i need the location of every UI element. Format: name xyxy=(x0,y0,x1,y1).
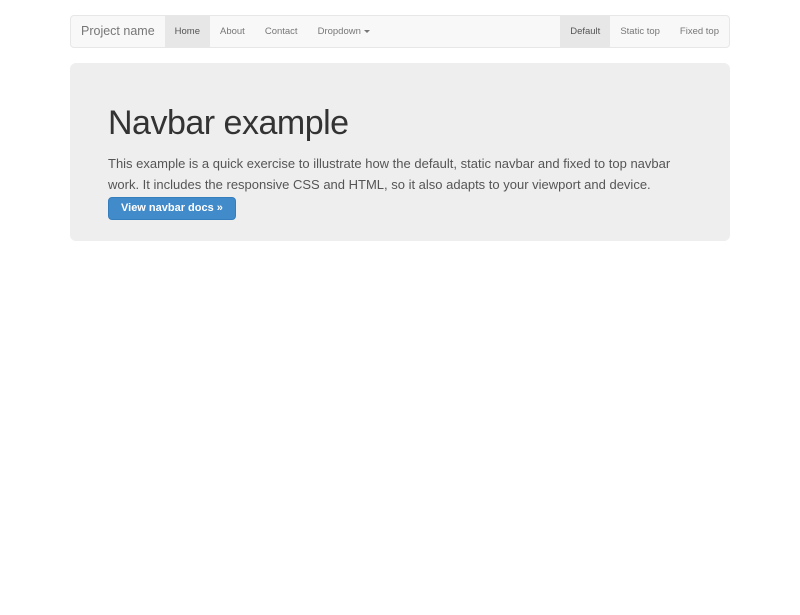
nav-item-static-top[interactable]: Static top xyxy=(610,16,670,47)
navbar-right-nav: Default Static top Fixed top xyxy=(560,16,729,47)
view-navbar-docs-button[interactable]: View navbar docs » xyxy=(108,197,236,220)
navbar-brand[interactable]: Project name xyxy=(71,16,165,47)
caret-down-icon xyxy=(364,30,370,33)
page-title: Navbar example xyxy=(108,103,692,143)
nav-item-dropdown[interactable]: Dropdown xyxy=(308,16,380,47)
nav-item-about[interactable]: About xyxy=(210,16,255,47)
nav-item-contact[interactable]: Contact xyxy=(255,16,308,47)
jumbotron-description: This example is a quick exercise to illu… xyxy=(108,153,692,195)
nav-item-dropdown-label: Dropdown xyxy=(318,26,361,37)
nav-item-home[interactable]: Home xyxy=(165,16,210,47)
navbar: Project name Home About Contact Dropdown… xyxy=(70,15,730,48)
nav-item-fixed-top[interactable]: Fixed top xyxy=(670,16,729,47)
jumbotron: Navbar example This example is a quick e… xyxy=(70,63,730,241)
navbar-left-nav: Home About Contact Dropdown xyxy=(165,16,380,47)
nav-item-default[interactable]: Default xyxy=(560,16,610,47)
